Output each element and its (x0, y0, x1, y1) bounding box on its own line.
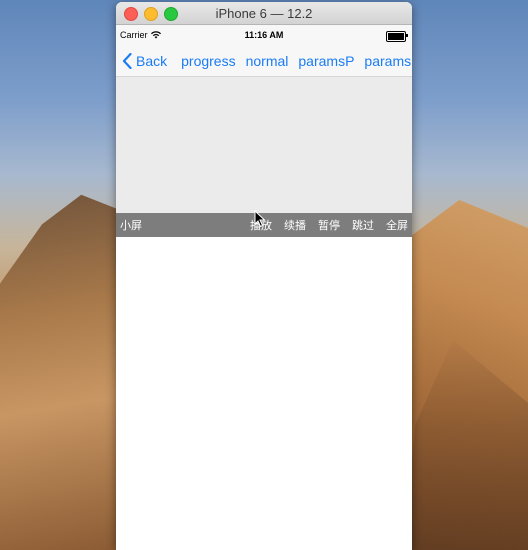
resume-button[interactable]: 续播 (284, 217, 306, 233)
fullscreen-button[interactable]: 全屏 (386, 217, 408, 233)
nav-item-paramsp[interactable]: paramsP (298, 53, 354, 69)
back-button[interactable]: Back (122, 52, 168, 69)
pause-button[interactable]: 暂停 (318, 217, 340, 233)
player-control-buttons: 播放 续播 暂停 跳过 全屏 (250, 217, 408, 233)
navigation-bar: Back progress normal paramsP params (116, 45, 412, 77)
window-titlebar: iPhone 6 — 12.2 (116, 2, 412, 25)
video-player-area[interactable] (116, 77, 412, 213)
back-label: Back (136, 52, 168, 69)
mouse-cursor-icon (254, 210, 266, 228)
battery-icon (386, 31, 408, 42)
window-title: iPhone 6 — 12.2 (215, 6, 313, 21)
simulator-window: iPhone 6 — 12.2 Carrier 11:16 AM Back pr… (116, 2, 412, 550)
content-area (116, 237, 412, 549)
nav-item-progress[interactable]: progress (181, 53, 235, 69)
nav-items: progress normal paramsP params (181, 53, 411, 69)
nav-item-normal[interactable]: normal (246, 53, 289, 69)
chevron-left-icon (122, 52, 132, 69)
small-screen-button[interactable]: 小屏 (120, 217, 250, 233)
ios-status-bar: Carrier 11:16 AM (116, 25, 412, 45)
skip-button[interactable]: 跳过 (352, 217, 374, 233)
nav-item-params[interactable]: params (364, 53, 411, 69)
status-time: 11:16 AM (244, 30, 284, 40)
